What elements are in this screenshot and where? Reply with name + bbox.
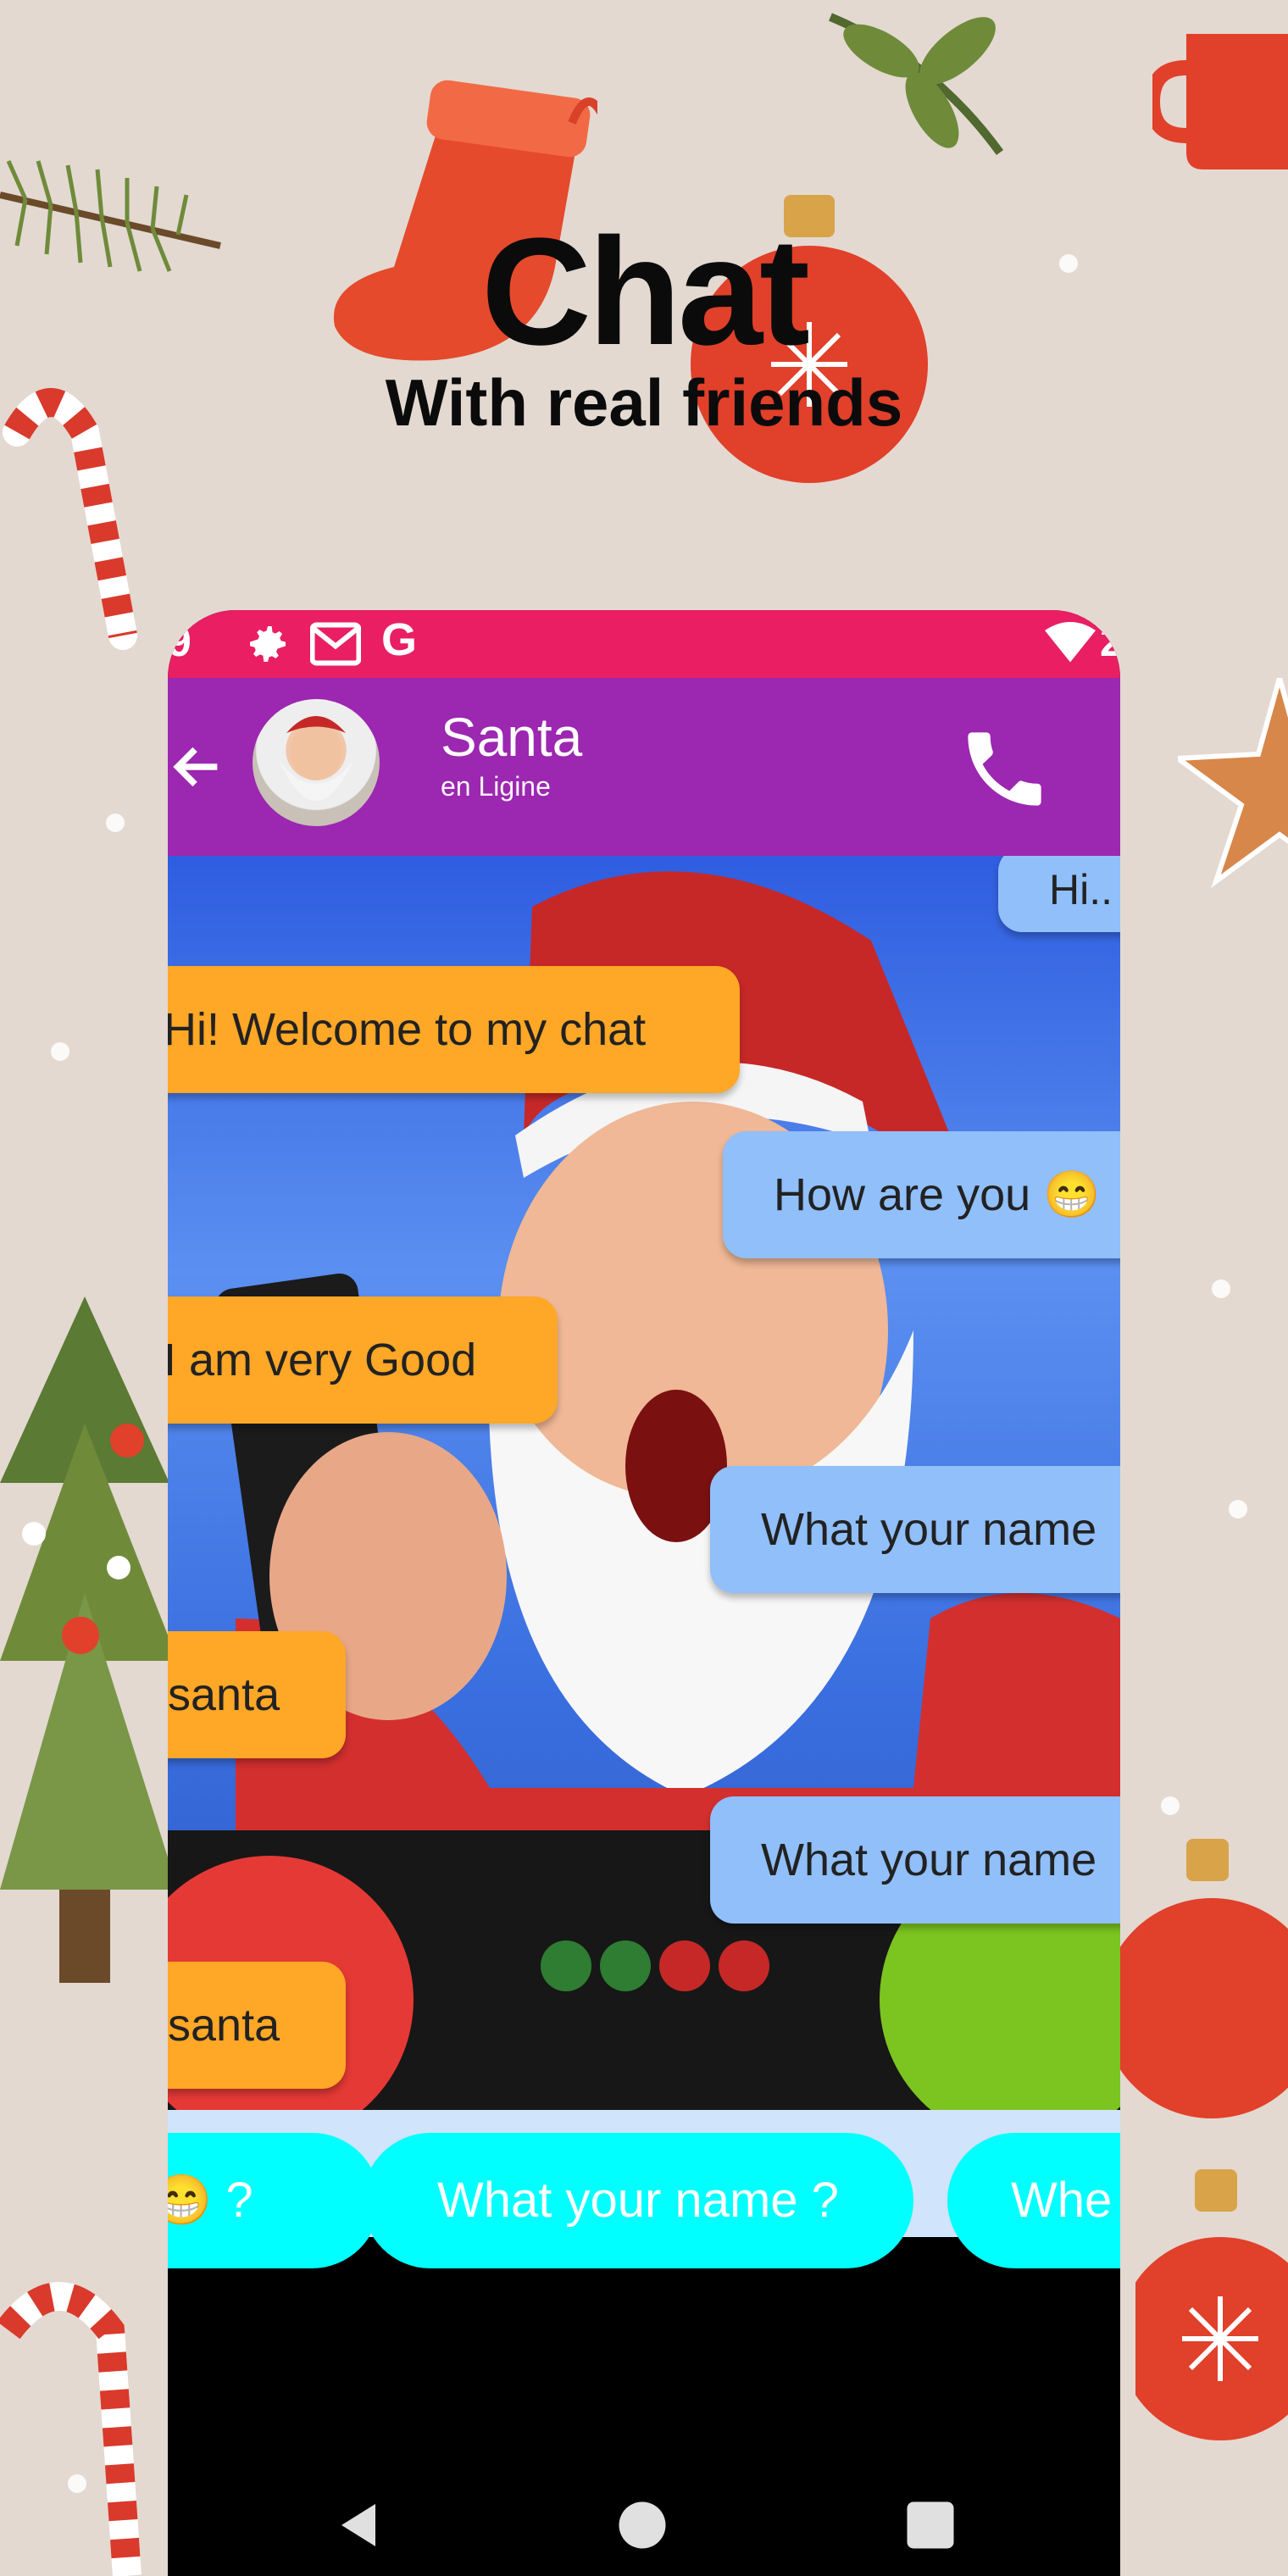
message-bubble-received: santa: [168, 1962, 346, 2089]
message-bubble-received: santa: [168, 1631, 346, 1758]
promo-subtitle: With real friends: [385, 365, 903, 440]
contact-name: Santa: [441, 707, 583, 768]
nav-recents-icon[interactable]: [905, 2500, 956, 2551]
nav-home-icon[interactable]: [617, 2500, 668, 2551]
gmail-icon: [310, 622, 361, 666]
message-bubble-sent: What your name: [710, 1796, 1120, 1924]
message-bubble-sent: How are you 😁: [723, 1131, 1120, 1258]
mug-decoration: [1152, 34, 1288, 169]
phone-call-icon[interactable]: [956, 720, 1053, 818]
back-arrow-icon[interactable]: [168, 737, 227, 797]
status-right-indicator: 2: [1100, 618, 1120, 665]
google-icon: G: [381, 614, 418, 665]
gingerbread-star-decoration: [1178, 678, 1288, 888]
message-bubble-received: I am very Good: [168, 1296, 558, 1424]
chat-header: Santa en Ligine: [168, 678, 1120, 856]
contact-status: en Ligine: [441, 771, 551, 802]
message-bubble-sent: What your name: [710, 1466, 1120, 1593]
quick-reply-chip[interactable]: 😁 ?: [168, 2133, 380, 2268]
candy-cane-decoration-bottom: [0, 2282, 142, 2576]
quick-reply-chip[interactable]: What your name ?: [363, 2133, 913, 2268]
quick-reply-chip[interactable]: Whe: [947, 2133, 1120, 2268]
status-time: 9: [168, 618, 192, 665]
ornament-snowflake-decoration: [1135, 2169, 1288, 2440]
christmas-tree-decoration: [0, 1296, 178, 1983]
status-bar: 9 G 2: [168, 610, 1120, 678]
wifi-icon: [1045, 622, 1096, 663]
ornament-ball-decoration-right: [1119, 1839, 1288, 2118]
promo-title: Chat: [481, 207, 810, 377]
chat-area: Hi.. Hi! Welcome to my chat How are you …: [168, 856, 1120, 2237]
navigation-bar: [168, 2474, 1120, 2576]
message-bubble-received: Hi! Welcome to my chat: [168, 966, 740, 1093]
mistletoe-decoration: [829, 13, 1004, 155]
message-bubble-sent: Hi..: [998, 856, 1120, 932]
avatar[interactable]: [253, 699, 380, 826]
phone-mockup: 9 G 2 Santa en Ligine Hi.. Hi! Welcome t…: [168, 610, 1120, 2576]
settings-icon: [250, 626, 286, 662]
nav-back-icon[interactable]: [333, 2500, 384, 2551]
